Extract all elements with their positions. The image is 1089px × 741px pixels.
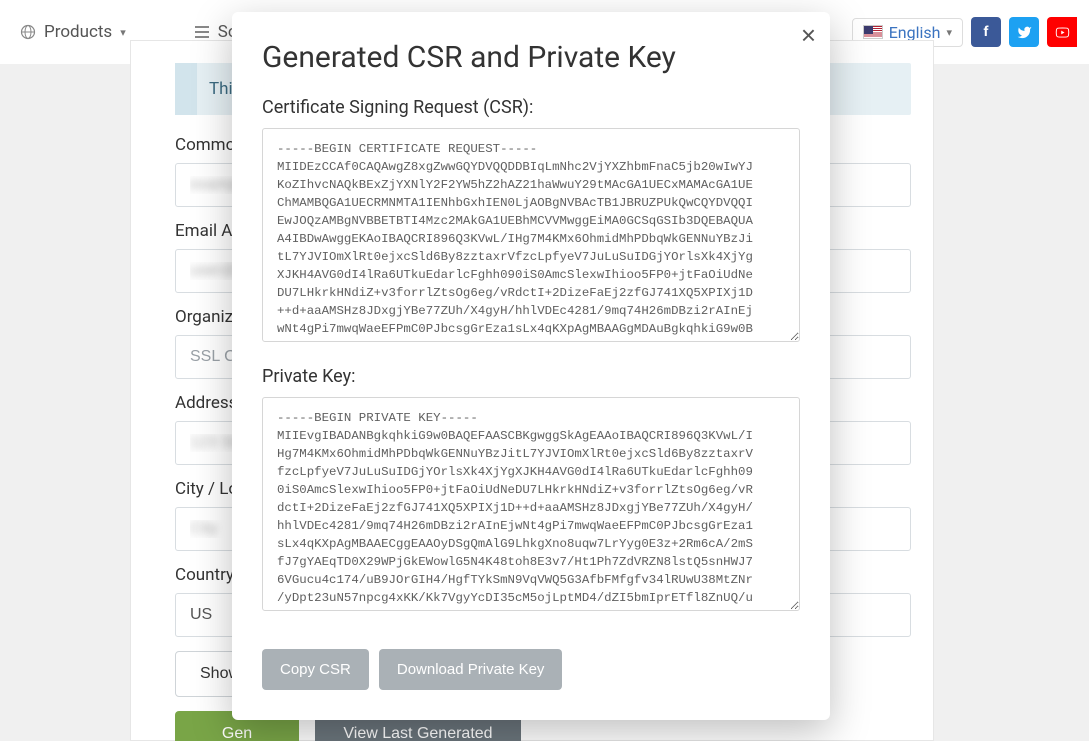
csr-result-modal: × Generated CSR and Private Key Certific… (232, 12, 830, 720)
copy-csr-button[interactable]: Copy CSR (262, 649, 369, 690)
modal-overlay[interactable]: × Generated CSR and Private Key Certific… (0, 0, 1089, 741)
csr-textarea[interactable] (262, 128, 800, 342)
private-key-textarea[interactable] (262, 397, 800, 611)
download-private-key-button[interactable]: Download Private Key (379, 649, 563, 690)
csr-label: Certificate Signing Request (CSR): (262, 97, 800, 118)
private-key-label: Private Key: (262, 366, 800, 387)
close-button[interactable]: × (801, 22, 816, 48)
modal-title: Generated CSR and Private Key (262, 40, 800, 75)
